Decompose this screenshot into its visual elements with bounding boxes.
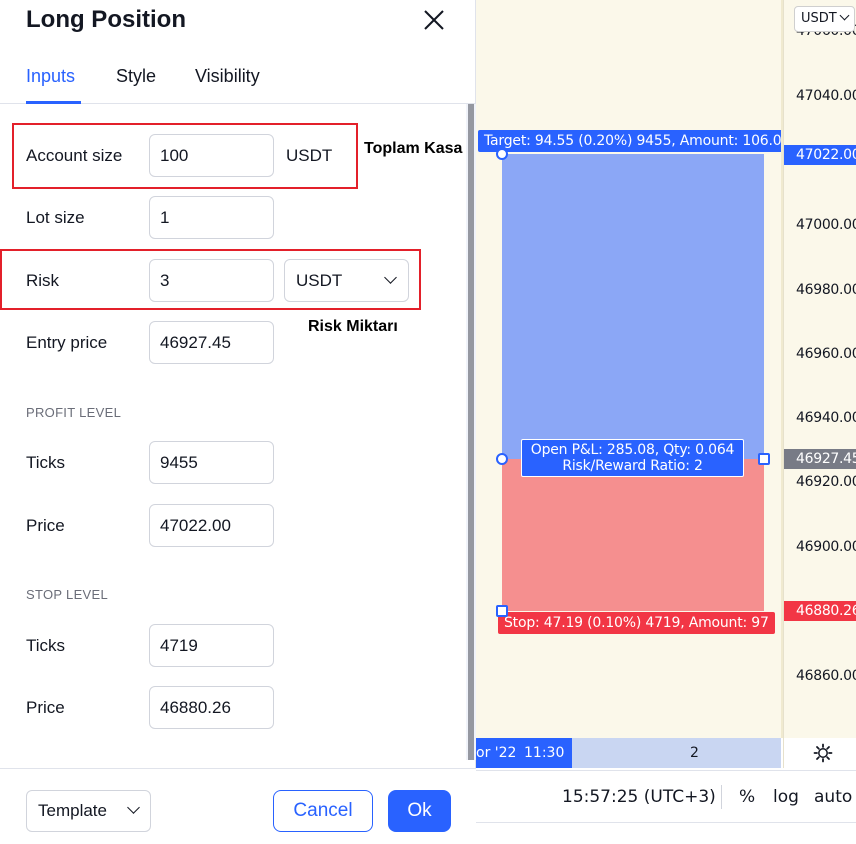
pnl-label: Open P&L: 285.08, Qty: 0.064 Risk/Reward… bbox=[521, 439, 744, 477]
profit-level-heading: PROFIT LEVEL bbox=[26, 405, 122, 420]
active-tab-indicator bbox=[26, 101, 81, 104]
bottom-strip bbox=[476, 822, 856, 844]
profit-ticks-label: Ticks bbox=[26, 453, 66, 472]
stop-level-heading: STOP LEVEL bbox=[26, 587, 109, 602]
profit-ticks-input[interactable]: 9455 bbox=[149, 441, 274, 484]
price-tick: 46900.00 bbox=[796, 539, 856, 555]
tab-inputs[interactable]: Inputs bbox=[26, 66, 75, 87]
template-label: Template bbox=[38, 801, 107, 820]
auto-button[interactable]: auto bbox=[814, 787, 852, 807]
price-tick: 46860.00 bbox=[796, 668, 856, 684]
time-clock: 11:30 bbox=[524, 745, 565, 761]
clock-display[interactable]: 15:57:25 (UTC+3) bbox=[562, 787, 716, 807]
divider bbox=[721, 785, 722, 809]
currency-label: USDT bbox=[801, 11, 837, 26]
risk-reward-line: Risk/Reward Ratio: 2 bbox=[562, 458, 703, 474]
chevron-down-icon bbox=[839, 10, 850, 21]
scrollbar-thumb[interactable] bbox=[468, 104, 474, 760]
bar-count: 2 bbox=[690, 745, 699, 761]
risk-annotation: Risk Miktarı bbox=[308, 318, 398, 335]
bottom-toolbar: 15:57:25 (UTC+3) % log auto bbox=[476, 770, 856, 822]
time-date: or '22 bbox=[476, 745, 517, 761]
stop-price-input[interactable]: 46880.26 bbox=[149, 686, 274, 729]
time-highlight: or '22 11:30 bbox=[476, 738, 572, 768]
stop-ticks-label: Ticks bbox=[26, 636, 66, 655]
stop-zone[interactable] bbox=[502, 459, 764, 611]
target-label: Target: 94.55 (0.20%) 9455, Amount: 106.… bbox=[478, 130, 797, 152]
tab-visibility[interactable]: Visibility bbox=[195, 66, 260, 87]
lot-size-input[interactable]: 1 bbox=[149, 196, 274, 239]
chart-area[interactable]: Target: 94.55 (0.20%) 9455, Amount: 106.… bbox=[476, 0, 856, 844]
account-annotation: Toplam Kasa bbox=[364, 140, 463, 157]
risk-highlight bbox=[0, 249, 421, 310]
stop-label: Stop: 47.19 (0.10%) 4719, Amount: 97 bbox=[498, 612, 775, 634]
target-handle[interactable] bbox=[496, 148, 508, 160]
target-zone[interactable] bbox=[502, 154, 764, 459]
entry-price-input[interactable]: 46927.45 bbox=[149, 321, 274, 364]
stop-ticks-input[interactable]: 4719 bbox=[149, 624, 274, 667]
scrollbar[interactable] bbox=[466, 104, 476, 760]
tab-style[interactable]: Style bbox=[116, 66, 156, 87]
stop-price-label: 46880.26 bbox=[784, 601, 856, 621]
price-tick: 47000.00 bbox=[796, 217, 856, 233]
chart-pane[interactable]: Target: 94.55 (0.20%) 9455, Amount: 106.… bbox=[476, 0, 797, 738]
tab-bar: Inputs Style Visibility bbox=[0, 56, 476, 104]
profit-price-input[interactable]: 47022.00 bbox=[149, 504, 274, 547]
stop-price-label: Price bbox=[26, 698, 65, 717]
axis-settings-button[interactable] bbox=[783, 738, 856, 768]
pnl-line: Open P&L: 285.08, Qty: 0.064 bbox=[530, 442, 735, 458]
stop-handle[interactable] bbox=[496, 605, 508, 617]
entry-price-label: 46927.45 bbox=[784, 449, 856, 469]
lot-size-label: Lot size bbox=[26, 208, 85, 227]
price-tick: 47040.00 bbox=[796, 88, 856, 104]
chevron-down-icon bbox=[127, 801, 140, 814]
entry-price-label: Entry price bbox=[26, 333, 108, 352]
price-axis[interactable]: 47060.00 47040.00 47000.00 46980.00 4696… bbox=[783, 0, 856, 738]
account-size-highlight bbox=[12, 123, 358, 189]
currency-selector[interactable]: USDT bbox=[794, 6, 855, 32]
log-button[interactable]: log bbox=[773, 787, 799, 807]
dialog-footer: Template Cancel Ok bbox=[0, 768, 476, 844]
gear-icon bbox=[813, 743, 833, 763]
time-axis[interactable]: or '22 11:30 2 bbox=[476, 738, 781, 768]
entry-left-handle[interactable] bbox=[496, 453, 508, 465]
dialog-title: Long Position bbox=[26, 6, 186, 33]
price-tick: 46960.00 bbox=[796, 346, 856, 362]
ok-button[interactable]: Ok bbox=[388, 790, 451, 832]
template-dropdown[interactable]: Template bbox=[26, 790, 151, 832]
target-price-label: 47022.00 bbox=[784, 145, 856, 165]
close-icon[interactable] bbox=[420, 6, 448, 34]
price-tick: 46940.00 bbox=[796, 410, 856, 426]
price-tick: 46920.00 bbox=[796, 474, 856, 490]
cancel-button[interactable]: Cancel bbox=[273, 790, 373, 832]
percent-button[interactable]: % bbox=[739, 787, 755, 807]
price-tick: 46980.00 bbox=[796, 282, 856, 298]
entry-right-handle[interactable] bbox=[758, 453, 770, 465]
profit-price-label: Price bbox=[26, 516, 65, 535]
